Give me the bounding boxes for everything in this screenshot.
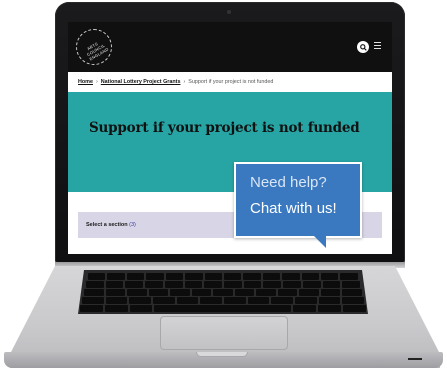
chat-help-text: Need help? [250,174,327,191]
chat-widget-button[interactable]: Need help? Chat with us! [234,162,362,238]
hamburger-menu-icon[interactable] [374,42,381,52]
laptop-screen: ARTS COUNCIL ENGLAND Home › National Lotte… [68,22,392,254]
chat-cta-text: Chat with us! [250,200,337,217]
keyboard-row [86,281,361,288]
keyboard-row [88,273,358,280]
search-button[interactable] [357,41,369,53]
breadcrumb-project-grants[interactable]: National Lottery Project Grants [101,79,181,85]
laptop-mockup: ARTS COUNCIL ENGLAND Home › National Lotte… [0,0,447,378]
keyboard-row [80,305,366,312]
page-title: Support if your project is not funded [89,120,360,136]
laptop-lid: ARTS COUNCIL ENGLAND Home › National Lotte… [55,2,405,264]
section-count: (3) [129,222,136,228]
breadcrumb: Home › National Lottery Project Grants › Sup… [78,76,388,88]
breadcrumb-home[interactable]: Home [78,79,93,85]
keyboard-row [84,289,362,296]
trackpad [160,316,288,350]
keyboard-row [82,297,365,304]
keyboard [78,270,368,314]
section-select-label: Select a section (3) [86,212,136,238]
breadcrumb-separator: › [183,79,186,85]
site-header: ARTS COUNCIL ENGLAND [68,22,392,72]
lid-opening-notch [196,352,248,357]
logo-text: ARTS COUNCIL ENGLAND [85,41,110,62]
search-icon [359,43,367,51]
chat-bubble-tail [314,236,326,248]
breadcrumb-current: Support if your project is not funded [188,79,274,85]
status-led [408,358,422,360]
arts-council-logo[interactable]: ARTS COUNCIL ENGLAND [76,29,112,65]
webcam [227,10,231,14]
breadcrumb-separator: › [95,79,98,85]
section-select-text: Select a section [86,222,128,228]
